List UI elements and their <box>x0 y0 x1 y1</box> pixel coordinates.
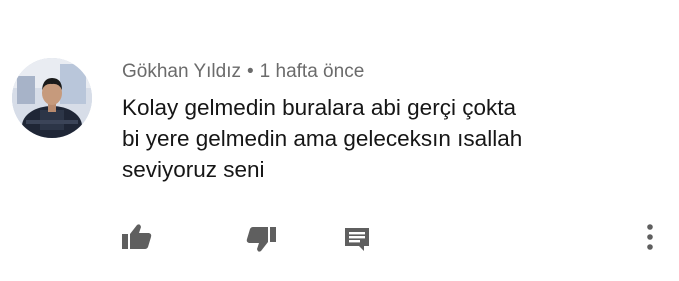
avatar[interactable] <box>12 58 92 138</box>
thumbs-down-icon <box>246 227 276 252</box>
more-options-button[interactable] <box>640 220 660 254</box>
comment-timestamp[interactable]: 1 hafta önce <box>260 61 365 82</box>
comment-meta: Gökhan Yıldız • 1 hafta önce <box>122 60 364 84</box>
thumbs-up-icon <box>122 224 152 249</box>
comment-text-line: bi yere gelmedin ama geleceksın ısallah <box>122 126 523 151</box>
comment-item: Gökhan Yıldız • 1 hafta önce Kolay gelmedi… <box>0 0 679 281</box>
comment-text-line: seviyoruz seni <box>122 157 265 182</box>
more-vertical-icon <box>647 224 653 250</box>
dislike-button[interactable] <box>244 224 278 254</box>
author-name[interactable]: Gökhan Yıldız <box>122 61 241 82</box>
reply-comment-icon <box>345 228 369 251</box>
comment-text: Kolay gelmedin buralara abi gerçi çokta … <box>122 92 642 185</box>
meta-separator: • <box>247 61 254 82</box>
reply-button[interactable] <box>342 224 372 254</box>
avatar-photo <box>12 58 92 138</box>
like-button[interactable] <box>120 222 154 252</box>
comment-text-line: Kolay gelmedin buralara abi gerçi çokta <box>122 95 516 120</box>
